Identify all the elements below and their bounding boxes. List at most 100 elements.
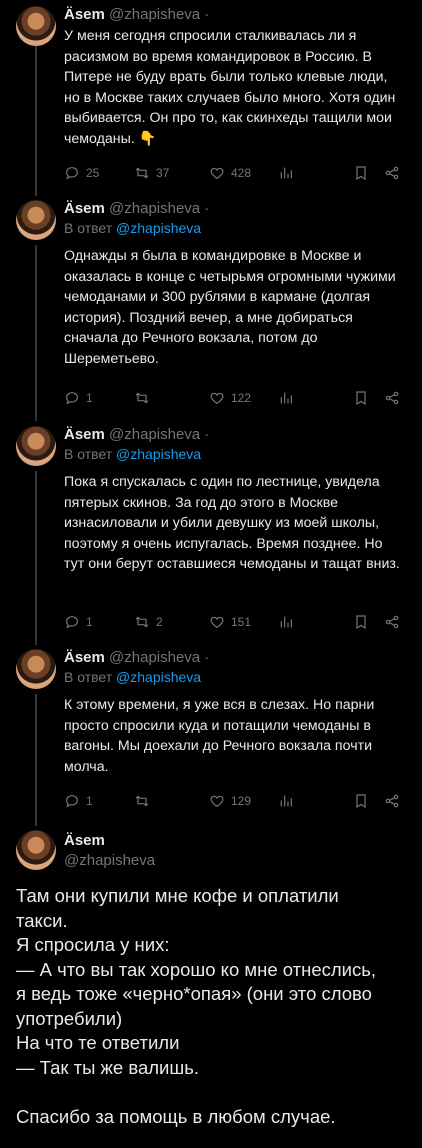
tweet-header: Äsem @zhapisheva ·	[64, 649, 209, 667]
share-button[interactable]	[384, 390, 400, 406]
like-icon	[210, 616, 224, 629]
share-button[interactable]	[384, 614, 400, 630]
share-icon	[385, 615, 399, 629]
reply-icon	[66, 392, 78, 405]
tweet-text-line: Спасибо за помощь в любом случае.	[16, 1105, 336, 1127]
views-icon	[280, 616, 292, 628]
reply-button[interactable]: 25	[64, 165, 99, 181]
like-button[interactable]: 122	[209, 390, 251, 406]
reply-mention-link[interactable]: @zhapisheva	[116, 446, 201, 462]
tweet-text-line: Там они купили мне кофе и оплатили	[16, 885, 339, 906]
author-handle[interactable]: @zhapisheva ·	[109, 6, 209, 23]
tweet-text: У меня сегодня спросили сталкивалась ли …	[64, 28, 396, 147]
reply-button[interactable]: 1	[64, 793, 93, 809]
tweet-text-line: такси.	[16, 909, 68, 931]
like-button[interactable]: 428	[209, 165, 251, 181]
author-name[interactable]: Äsem	[64, 6, 105, 23]
reply-mention-link[interactable]: @zhapisheva	[116, 220, 201, 236]
author-name[interactable]: Äsem	[64, 649, 105, 666]
reply-count: 25	[86, 166, 100, 180]
like-count: 151	[231, 615, 252, 629]
reply-count: 1	[86, 391, 93, 405]
tweet[interactable]: Äsem @zhapisheva · В ответ @zhapisheva К…	[0, 649, 422, 819]
tweet-text-line: Я спросила у них:	[16, 934, 170, 955]
like-count: 428	[231, 166, 252, 180]
bookmark-icon	[356, 391, 366, 406]
avatar[interactable]	[16, 6, 56, 46]
tweet-actions: 1 2 151	[64, 614, 404, 632]
retweet-icon	[135, 616, 149, 628]
bookmark-icon	[356, 615, 366, 630]
reply-button[interactable]: 1	[64, 614, 93, 630]
views-icon	[280, 167, 292, 179]
like-button[interactable]: 151	[209, 614, 251, 630]
views-button[interactable]	[278, 390, 294, 406]
tweet-text-line: употребили)	[16, 1007, 123, 1029]
reply-icon	[66, 167, 78, 180]
tweet[interactable]: Äsem @zhapisheva · В ответ @zhapisheva О…	[0, 200, 422, 420]
share-button[interactable]	[384, 793, 400, 809]
bookmark-button[interactable]	[353, 390, 369, 406]
avatar[interactable]	[16, 830, 56, 870]
tweet-header: Äsem @zhapisheva ·	[64, 6, 209, 24]
like-icon	[210, 167, 224, 180]
tweet-text-line: На что те ответили	[16, 1032, 180, 1053]
main-tweet[interactable]: Äsem @zhapisheva Там они купили мне кофе…	[0, 830, 422, 1148]
bookmark-button[interactable]	[353, 165, 369, 181]
author-handle[interactable]: @zhapisheva ·	[109, 649, 209, 666]
author-name[interactable]: Äsem	[64, 200, 105, 217]
tweet-text-line: я ведь тоже «черно*опая» (они это слово	[16, 983, 372, 1004]
reply-prefix: В ответ	[64, 446, 113, 462]
tweet-text-line	[16, 1080, 411, 1105]
reply-context: В ответ @zhapisheva	[64, 446, 201, 462]
tweet-text: Там они купили мне кофе и оплатили такси…	[16, 884, 411, 1129]
bookmark-icon	[356, 166, 366, 181]
share-icon	[385, 794, 399, 808]
views-button[interactable]	[278, 614, 294, 630]
retweet-button[interactable]	[134, 390, 156, 406]
tweet-actions: 1 122	[64, 390, 404, 408]
reply-count: 1	[86, 794, 93, 808]
retweet-icon	[135, 392, 149, 404]
reply-prefix: В ответ	[64, 220, 113, 236]
tweet[interactable]: Äsem @zhapisheva · В ответ @zhapisheva П…	[0, 426, 422, 646]
tweet[interactable]: Äsem @zhapisheva · У меня сегодня спроси…	[0, 6, 422, 196]
avatar[interactable]	[16, 200, 56, 240]
share-button[interactable]	[384, 165, 400, 181]
reply-count: 1	[86, 615, 93, 629]
author-handle[interactable]: @zhapisheva ·	[109, 426, 209, 443]
tweet-header: Äsem @zhapisheva ·	[64, 426, 209, 444]
share-icon	[385, 166, 399, 180]
reply-button[interactable]: 1	[64, 390, 93, 406]
retweet-icon	[135, 167, 149, 179]
reply-icon	[66, 795, 78, 808]
avatar[interactable]	[16, 426, 56, 466]
author-handle[interactable]: @zhapisheva	[64, 852, 155, 869]
author-name[interactable]: Äsem	[64, 426, 105, 443]
avatar[interactable]	[16, 649, 56, 689]
author-name[interactable]: Äsem	[64, 832, 105, 849]
retweet-button[interactable]: 37	[134, 165, 169, 181]
author-handle[interactable]: @zhapisheva ·	[109, 200, 209, 217]
reply-icon	[66, 616, 78, 629]
retweet-count: 2	[156, 615, 163, 629]
tweet-text: К этому времени, я уже вся в слезах. Но …	[64, 697, 375, 775]
views-icon	[280, 392, 292, 404]
views-button[interactable]	[278, 165, 294, 181]
bookmark-button[interactable]	[353, 793, 369, 809]
tweet-text: Пока я спускалась с один по лестнице, ув…	[64, 474, 400, 572]
retweet-button[interactable]	[134, 793, 156, 809]
retweet-button[interactable]: 2	[134, 614, 163, 630]
views-icon	[280, 795, 292, 807]
share-icon	[385, 391, 399, 405]
tweet-actions: 25 37 428	[64, 165, 404, 183]
reply-mention-link[interactable]: @zhapisheva	[116, 669, 201, 685]
reply-prefix: В ответ	[64, 669, 113, 685]
tweet-header: Äsem @zhapisheva ·	[64, 200, 209, 218]
like-button[interactable]: 129	[209, 793, 251, 809]
views-button[interactable]	[278, 793, 294, 809]
bookmark-button[interactable]	[353, 614, 369, 630]
like-icon	[210, 795, 224, 808]
like-icon	[210, 392, 224, 405]
reply-context: В ответ @zhapisheva	[64, 669, 201, 685]
